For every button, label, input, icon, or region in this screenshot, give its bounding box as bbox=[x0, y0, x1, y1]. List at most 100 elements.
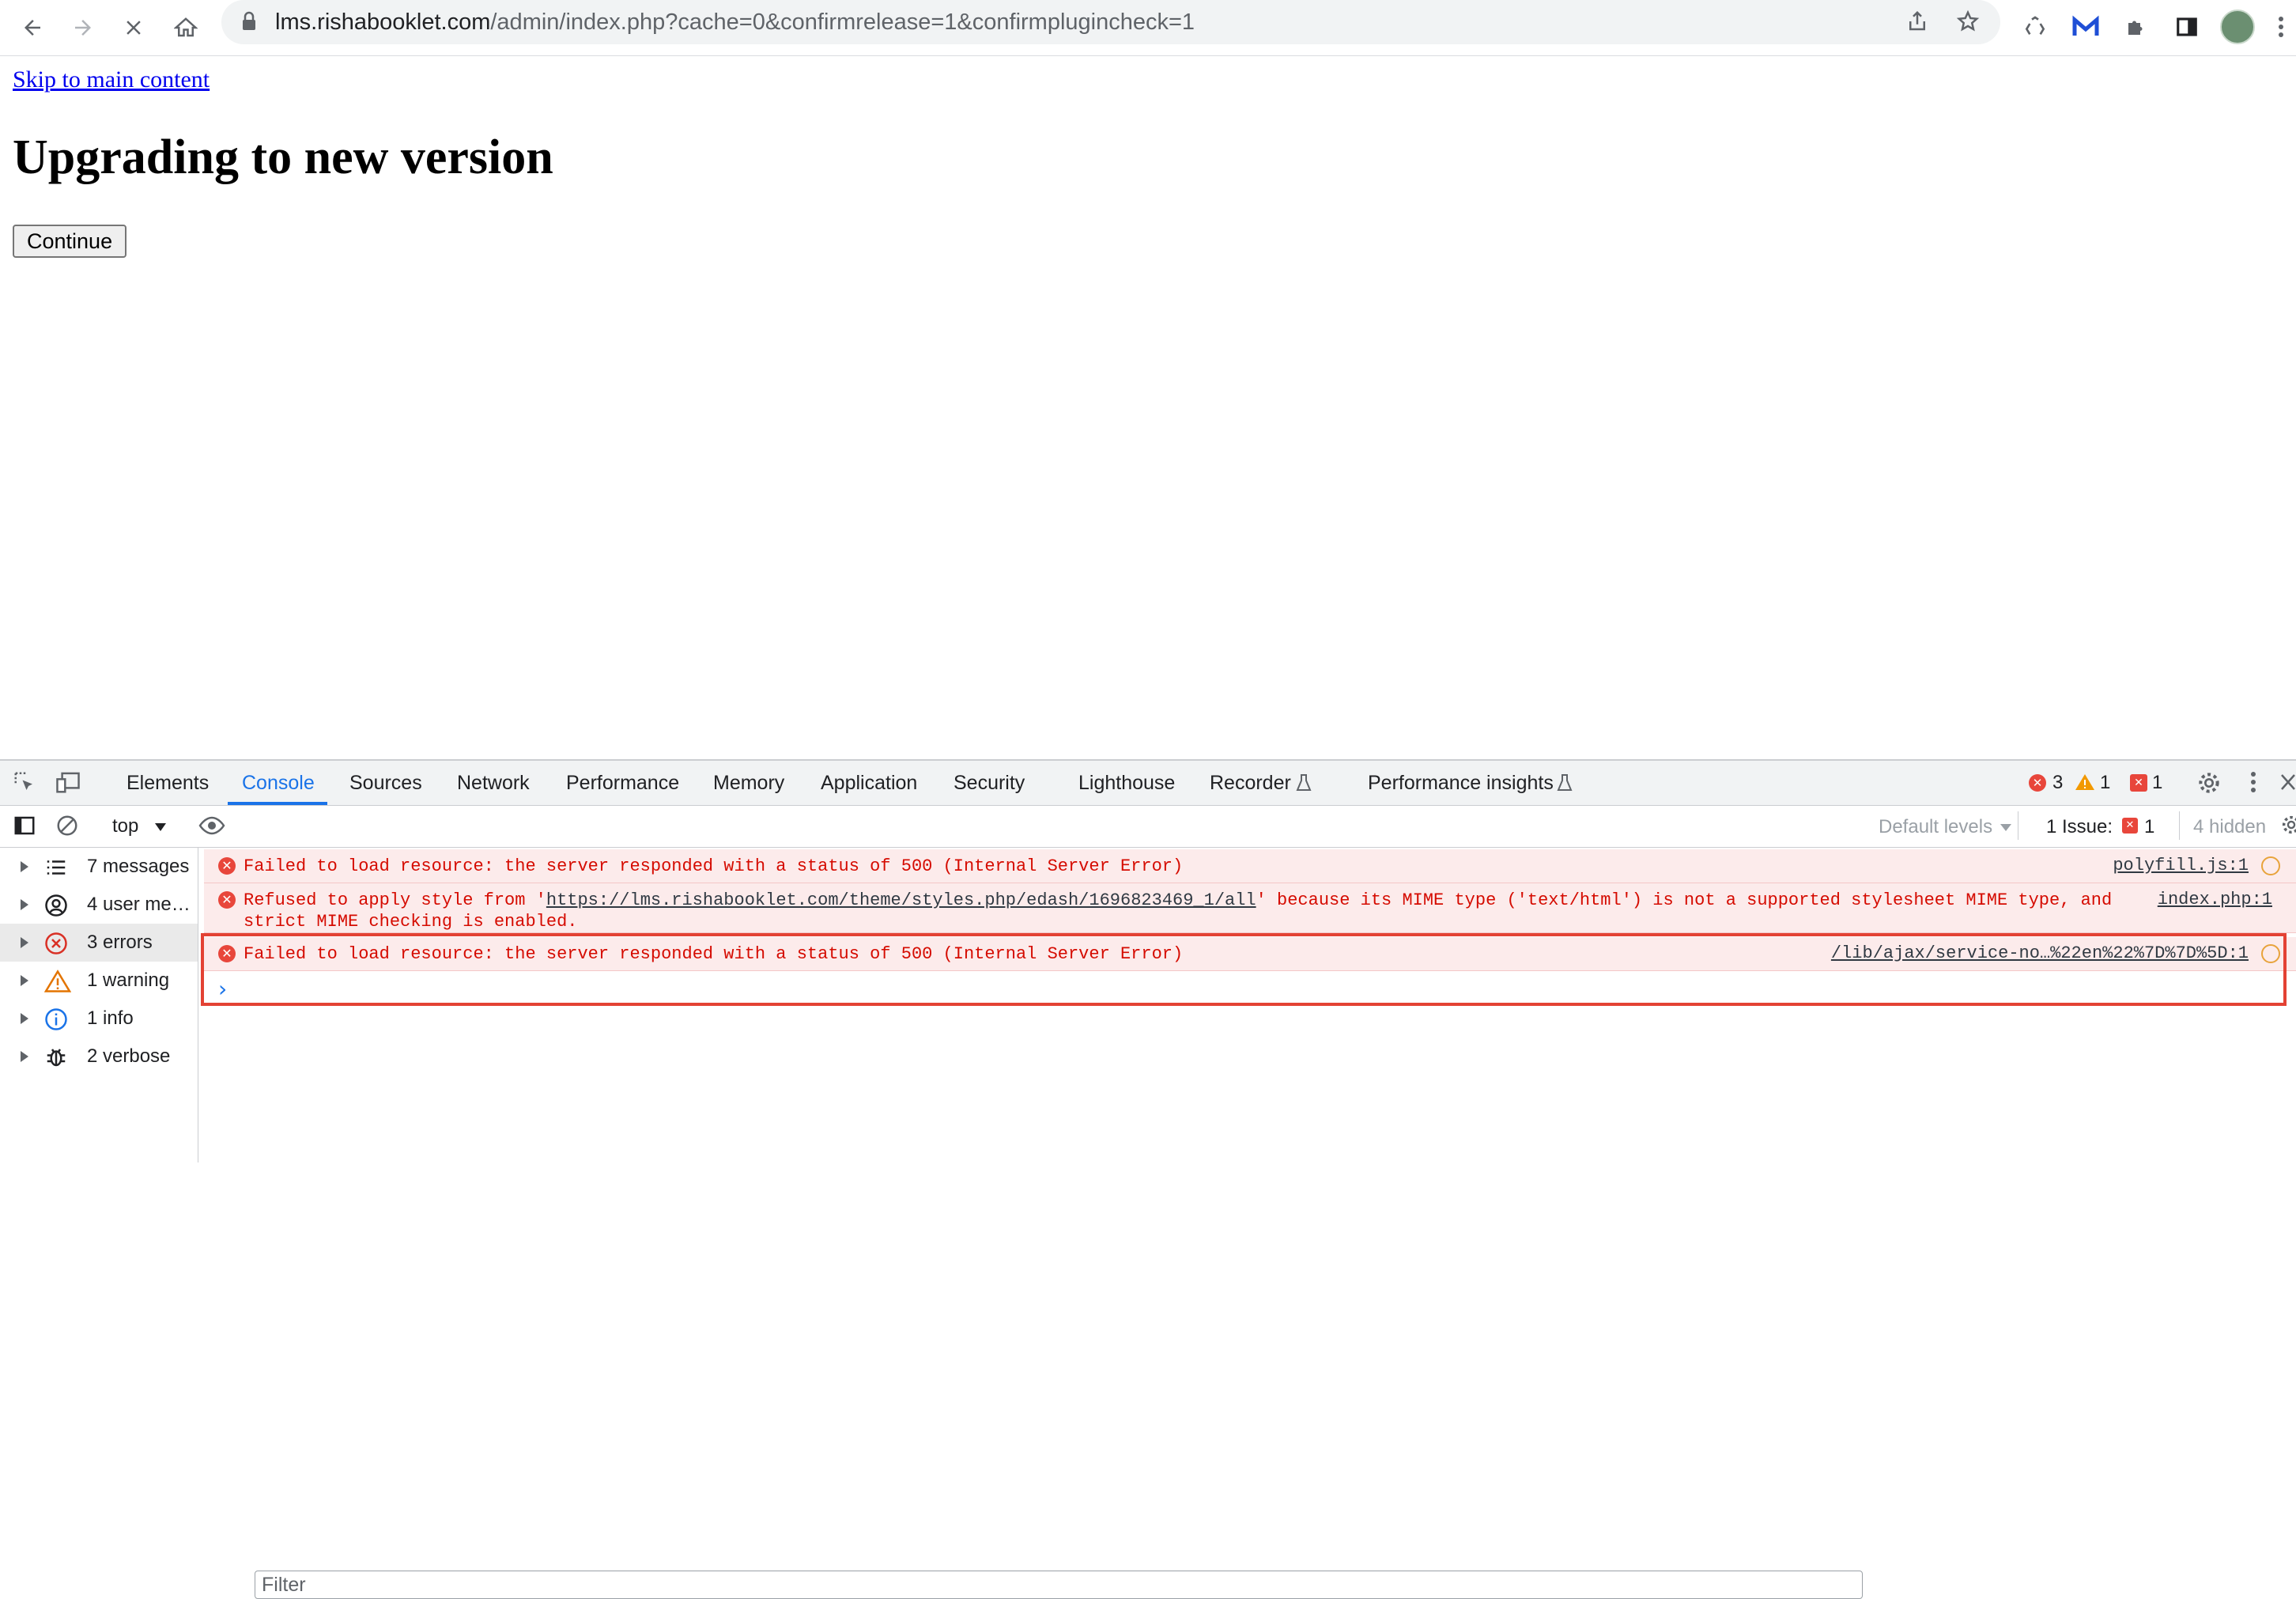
forward-icon[interactable] bbox=[62, 6, 104, 49]
browser-menu-icon[interactable] bbox=[2269, 8, 2293, 46]
expand-arrow-icon[interactable] bbox=[21, 899, 28, 910]
page-title: Upgrading to new version bbox=[13, 130, 553, 184]
url-domain: lms.rishabooklet.com bbox=[275, 9, 491, 35]
error-icon bbox=[44, 932, 68, 955]
tab-sources[interactable]: Sources bbox=[349, 772, 422, 795]
sidebar-item-label: 3 errors bbox=[87, 932, 153, 953]
console-error-message[interactable]: ✕ Refused to apply style from 'https://l… bbox=[204, 883, 2296, 933]
issue-icon[interactable]: ✕ bbox=[2122, 818, 2138, 834]
console-sidebar: 7 messages 4 user me… 3 errors 1 warning… bbox=[0, 848, 198, 1162]
sidebar-item-label: 4 user me… bbox=[87, 894, 191, 915]
issues-count[interactable]: 1 bbox=[2144, 816, 2154, 838]
devtools-more-icon[interactable] bbox=[2250, 770, 2256, 798]
back-icon[interactable] bbox=[11, 6, 54, 49]
lock-icon[interactable] bbox=[240, 11, 258, 36]
sidebar-item-errors[interactable]: 3 errors bbox=[0, 924, 198, 962]
message-text: Failed to load resource: the server resp… bbox=[244, 856, 1184, 876]
expand-arrow-icon[interactable] bbox=[21, 937, 28, 948]
error-icon: ✕ bbox=[218, 891, 236, 909]
url-text[interactable]: lms.rishabooklet.com/admin/index.php?cac… bbox=[275, 9, 1195, 36]
sidebar-item-warnings[interactable]: 1 warning bbox=[0, 962, 198, 1000]
error-icon: ✕ bbox=[218, 857, 236, 875]
side-panel-icon[interactable] bbox=[2168, 8, 2206, 46]
devtools-close-icon[interactable] bbox=[2280, 772, 2296, 796]
url-path: /admin/index.php?cache=0&confirmrelease=… bbox=[490, 9, 1195, 35]
console-settings-gear-icon[interactable] bbox=[2280, 813, 2296, 841]
context-selector[interactable]: top bbox=[112, 815, 138, 837]
live-expression-eye-icon[interactable] bbox=[198, 814, 226, 841]
profile-avatar[interactable] bbox=[2219, 8, 2256, 46]
console-filter-input[interactable] bbox=[255, 1571, 1863, 1599]
tab-security[interactable]: Security bbox=[954, 772, 1025, 795]
message-text: Refused to apply style from 'https://lms… bbox=[244, 890, 2112, 932]
levels-dropdown-arrow-icon[interactable] bbox=[2000, 824, 2011, 831]
sidebar-item-label: 1 warning bbox=[87, 970, 170, 991]
devtools-tabbar: Elements Console Sources Network Perform… bbox=[0, 761, 2296, 806]
bug-icon bbox=[44, 1045, 68, 1069]
context-dropdown-arrow-icon[interactable] bbox=[155, 823, 166, 831]
expand-arrow-icon[interactable] bbox=[21, 975, 28, 986]
tab-network[interactable]: Network bbox=[457, 772, 530, 795]
browser-toolbar: lms.rishabooklet.com/admin/index.php?cac… bbox=[0, 0, 2296, 56]
devtools-settings-gear-icon[interactable] bbox=[2196, 770, 2222, 800]
continue-button[interactable]: Continue bbox=[13, 225, 127, 258]
hidden-count: 4 hidden bbox=[2193, 816, 2267, 837]
log-levels-dropdown[interactable]: Default levels bbox=[1879, 816, 1992, 838]
sidebar-item-label: 1 info bbox=[87, 1007, 134, 1029]
message-source-link[interactable]: index.php:1 bbox=[2158, 890, 2272, 909]
extensions-puzzle-icon[interactable] bbox=[2117, 8, 2155, 46]
issue-count-icon[interactable]: ✕ bbox=[2130, 774, 2147, 792]
message-text-before: Refused to apply style from ' bbox=[244, 890, 546, 910]
message-text-line2: strict MIME checking is enabled. bbox=[244, 912, 578, 932]
sidebar-item-label: 7 messages bbox=[87, 856, 190, 877]
expand-arrow-icon[interactable] bbox=[21, 1051, 28, 1062]
message-text-after: ' because its MIME type ('text/html') is… bbox=[1256, 890, 2113, 910]
skip-to-main-link[interactable]: Skip to main content bbox=[13, 66, 210, 93]
issues-label[interactable]: 1 Issue: bbox=[2046, 816, 2113, 838]
console-error-message[interactable]: ✕ Failed to load resource: the server re… bbox=[204, 849, 2296, 883]
message-source-link[interactable]: polyfill.js:1 bbox=[2113, 856, 2249, 875]
info-icon bbox=[44, 1007, 68, 1031]
issue-count[interactable]: 1 bbox=[2152, 772, 2162, 794]
device-toolbar-icon[interactable] bbox=[55, 770, 81, 798]
clear-console-icon[interactable] bbox=[55, 814, 79, 841]
stylesheet-url-link[interactable]: https://lms.rishabooklet.com/theme/style… bbox=[546, 890, 1256, 910]
warning-count[interactable]: 1 bbox=[2100, 772, 2110, 794]
tab-console[interactable]: Console bbox=[242, 772, 315, 795]
error-count-icon[interactable]: ✕ bbox=[2029, 774, 2046, 792]
list-icon bbox=[44, 856, 68, 879]
tab-application[interactable]: Application bbox=[821, 772, 917, 795]
sidebar-item-messages[interactable]: 7 messages bbox=[0, 848, 198, 886]
sidebar-item-label: 2 verbose bbox=[87, 1045, 171, 1067]
tab-elements[interactable]: Elements bbox=[127, 772, 209, 795]
expand-arrow-icon[interactable] bbox=[21, 861, 28, 872]
tab-lighthouse[interactable]: Lighthouse bbox=[1078, 772, 1175, 795]
home-icon[interactable] bbox=[164, 6, 207, 49]
tab-performance-insights[interactable]: Performance insights bbox=[1368, 772, 1554, 795]
user-icon bbox=[44, 894, 68, 917]
bookmark-star-icon[interactable] bbox=[1956, 9, 1980, 37]
tab-recorder[interactable]: Recorder bbox=[1210, 772, 1291, 795]
show-sidebar-icon[interactable] bbox=[13, 814, 36, 841]
experimental-flask-icon bbox=[1556, 773, 1573, 796]
expand-arrow-icon[interactable] bbox=[21, 1013, 28, 1024]
sidebar-item-user-messages[interactable]: 4 user me… bbox=[0, 886, 198, 924]
inspect-element-icon[interactable] bbox=[13, 770, 36, 798]
tab-performance[interactable]: Performance bbox=[566, 772, 679, 795]
share-icon[interactable] bbox=[1905, 9, 1929, 37]
warning-count-icon[interactable] bbox=[2075, 773, 2095, 796]
sidebar-item-verbose[interactable]: 2 verbose bbox=[0, 1038, 198, 1075]
highlight-annotation-box bbox=[201, 933, 2287, 1006]
address-bar[interactable]: lms.rishabooklet.com/admin/index.php?cac… bbox=[221, 0, 2000, 44]
experimental-flask-icon bbox=[1295, 773, 1312, 796]
active-tab-indicator bbox=[228, 802, 327, 805]
stop-loading-icon[interactable] bbox=[112, 6, 155, 49]
error-count[interactable]: 3 bbox=[2052, 772, 2063, 794]
sidebar-item-info[interactable]: 1 info bbox=[0, 1000, 198, 1038]
warning-icon bbox=[43, 970, 72, 993]
network-request-icon[interactable] bbox=[2261, 856, 2280, 875]
tab-memory[interactable]: Memory bbox=[713, 772, 784, 795]
toolbar-divider bbox=[2179, 811, 2180, 840]
malwarebytes-extension-icon[interactable] bbox=[2067, 8, 2105, 46]
recycle-extension-icon[interactable] bbox=[2016, 8, 2054, 46]
